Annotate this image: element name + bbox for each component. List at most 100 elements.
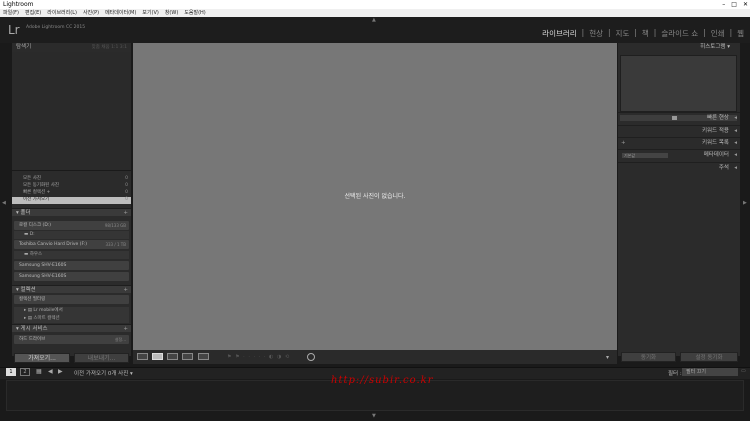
comments-header[interactable]: 주석 ◂ [618, 162, 740, 173]
back-arrow-icon[interactable]: ◀ [48, 368, 53, 375]
menu-file[interactable]: 파일(F) [3, 9, 19, 17]
publish-services-header[interactable]: ▾ 게시 서비스 + [12, 324, 131, 332]
catalog-quick-collection[interactable]: 빠른 컬렉션 + 0 [12, 190, 131, 197]
drive-row[interactable]: Samsung SHV-E160S [14, 261, 129, 270]
menu-help[interactable]: 도움말(H) [184, 9, 205, 17]
section-label: 빠른 현상 [707, 115, 729, 121]
filter-dropdown[interactable]: 필터 끄기 [682, 368, 738, 376]
sync-button[interactable]: 동기화 [621, 352, 676, 362]
lightroom-logo: Lr [8, 23, 20, 37]
watermark-text: http://subir.co.kr [331, 375, 434, 386]
drive-row[interactable]: Toshiba Canvio Hard Drive (F:) 333 / 1 T… [14, 240, 129, 249]
catalog-previous-import[interactable]: 이전 가져오기 0 [12, 197, 131, 204]
catalog-item-label: 빠른 컬렉션 + [23, 190, 51, 195]
navigator-zoom-options[interactable]: 맞춤 채움 1:1 3:1 [92, 43, 127, 52]
collection-label: 스마트 컬렉션 [33, 316, 60, 321]
publish-hard-drive-row[interactable]: 하드 드라이브 설정... [14, 335, 129, 344]
right-panel-toggle-icon[interactable]: ▶ [743, 200, 747, 206]
left-panel-toggle-icon[interactable]: ◀ [2, 200, 6, 206]
section-label: 키워드 적용 [701, 128, 729, 134]
minimize-button[interactable]: – [722, 0, 725, 9]
catalog-all-photos[interactable]: 모든 사진 0 [12, 176, 131, 183]
compare-view-icon[interactable] [167, 353, 178, 360]
module-separator: | [634, 28, 637, 37]
drive-info: 333 / 1 TB [105, 242, 126, 247]
module-separator: | [729, 28, 733, 37]
zoom-icon[interactable] [307, 353, 315, 361]
menu-edit[interactable]: 편집(E) [25, 9, 41, 17]
catalog-item-count: 0 [125, 197, 128, 202]
close-button[interactable]: ✕ [743, 0, 748, 9]
add-publish-icon[interactable]: + [123, 325, 128, 333]
grid-view-icon[interactable] [137, 353, 148, 360]
collection-item[interactable]: ▸ ▤ 스마트 컬렉션 [14, 315, 129, 323]
maximize-button[interactable]: □ [731, 0, 737, 9]
quick-develop-header[interactable]: 빠른 현상 ◂ [618, 112, 740, 123]
section-label: 주석 [718, 165, 729, 171]
module-library[interactable]: 라이브러리 [542, 28, 577, 39]
module-book[interactable]: 책 [642, 28, 649, 39]
module-separator: | [653, 28, 657, 37]
menu-view[interactable]: 보기(V) [142, 9, 159, 17]
menu-photo[interactable]: 사진(P) [83, 9, 99, 17]
menu-metadata[interactable]: 메타데이터(M) [105, 9, 136, 17]
collections-title: 컬렉션 [20, 287, 36, 293]
page-1-button[interactable]: 1 [6, 368, 16, 376]
module-web[interactable]: 웹 [737, 28, 744, 39]
loupe-view-icon[interactable] [152, 353, 163, 360]
page-2-button[interactable]: 2 [20, 368, 30, 376]
export-button[interactable]: 내보내기... [74, 353, 129, 363]
collection-filter-row[interactable]: 컬렉션 필터링 [14, 295, 129, 304]
keywording-header[interactable]: 키워드 적용 ◂ [618, 125, 740, 136]
window-controls: – □ ✕ [722, 0, 748, 9]
sync-settings-button[interactable]: 설정 동기화 [680, 352, 738, 362]
import-button[interactable]: 가져오기... [14, 353, 70, 363]
forward-arrow-icon[interactable]: ▶ [58, 368, 63, 375]
top-panel-toggle-icon[interactable]: ▲ [372, 17, 376, 23]
module-print[interactable]: 인쇄 [711, 28, 725, 39]
survey-view-icon[interactable] [182, 353, 193, 360]
collection-item[interactable]: ▸ ▤ Lr mobile에서 [14, 307, 129, 315]
folders-header[interactable]: ▾ 폴더 + [12, 208, 131, 216]
menu-window[interactable]: 창(W) [165, 9, 178, 17]
catalog-item-count: 0 [125, 183, 128, 188]
add-folder-icon[interactable]: + [123, 209, 128, 217]
collapse-triangle-icon[interactable]: ◂ [734, 138, 737, 149]
publish-service-label: 하드 드라이브 [19, 337, 46, 342]
module-separator: | [608, 28, 611, 37]
collapse-triangle-icon[interactable]: ◂ [734, 163, 737, 174]
collection-label: Lr mobile에서 [33, 308, 63, 313]
section-label: 키워드 목록 [701, 140, 729, 146]
drive-row[interactable]: Samsung SHV-E160S [14, 272, 129, 281]
collapse-triangle-icon[interactable]: ◂ [734, 150, 737, 161]
catalog-all-synced[interactable]: 모든 동기화된 사진 0 [12, 183, 131, 190]
no-photo-selected-message: 선택된 사진이 없습니다. [344, 193, 406, 200]
menu-bar: 파일(F) 편집(E) 라이브러리(L) 사진(P) 메타데이터(M) 보기(V… [0, 9, 750, 17]
module-map[interactable]: 지도 [616, 28, 630, 39]
menu-library[interactable]: 라이브러리(L) [47, 9, 77, 17]
metadata-header[interactable]: 기본값 메타데이터 ◂ [618, 149, 740, 160]
filmstrip-source-breadcrumb[interactable]: 이전 가져오기 0개 사진 ▾ [74, 369, 133, 377]
drive-row[interactable]: 로컬 디스크 (D:) 98/133 GB [14, 221, 129, 230]
collapse-triangle-icon[interactable]: ◂ [734, 126, 737, 137]
histogram-header[interactable]: 히스토그램 ▾ [618, 43, 740, 52]
metadata-preset-dropdown[interactable]: 기본값 [622, 153, 668, 158]
toolbar-options-icon[interactable]: ▾ [606, 354, 609, 361]
product-name: Adobe Lightroom CC 2015 [26, 25, 86, 30]
folder-row[interactable]: ▬ D: [14, 231, 129, 239]
navigator-header[interactable]: 탐색기 맞춤 채움 1:1 3:1 [12, 43, 131, 52]
publish-setup-link[interactable]: 설정... [115, 335, 126, 344]
filmstrip-toggle-icon[interactable]: ▼ [372, 413, 376, 419]
keyword-list-header[interactable]: + 키워드 목록 ◂ [618, 137, 740, 148]
folder-row[interactable]: ▬ 하우스 [14, 251, 129, 259]
grid-toggle-icon[interactable]: ▦ [36, 368, 42, 375]
module-develop[interactable]: 현상 [589, 28, 603, 39]
add-collection-icon[interactable]: + [123, 286, 128, 294]
filter-switch-icon[interactable]: ▭ [741, 368, 746, 374]
add-keyword-icon[interactable]: + [621, 138, 626, 149]
collapse-triangle-icon[interactable]: ◂ [734, 113, 737, 124]
module-slideshow[interactable]: 슬라이드 쇼 [661, 28, 698, 39]
rating-flag-controls[interactable]: ⚑ ⚑ · · · · · ◐ ◑ ⟲ [227, 354, 290, 360]
people-view-icon[interactable] [198, 353, 209, 360]
collections-header[interactable]: ▾ 컬렉션 + [12, 285, 131, 293]
